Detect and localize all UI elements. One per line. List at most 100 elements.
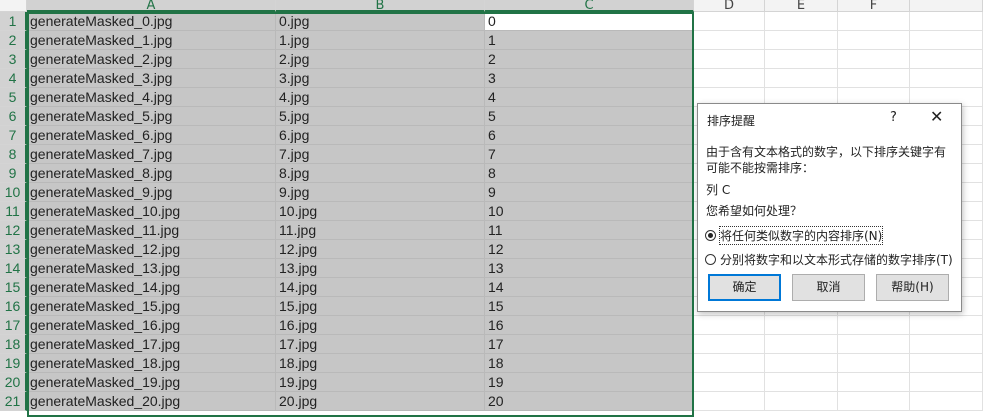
cell-a[interactable]: generateMasked_10.jpg [27, 202, 276, 221]
option-sort-separately[interactable]: 分别将数字和以文本形式存储的数字排序(T) [705, 251, 953, 268]
radio-unselected-icon[interactable] [705, 254, 716, 265]
cell-a[interactable]: generateMasked_6.jpg [27, 126, 276, 145]
cell-c[interactable]: 20 [485, 392, 694, 411]
row-header[interactable]: 9 [0, 164, 27, 183]
row-header[interactable]: 13 [0, 240, 27, 259]
cell-a[interactable]: generateMasked_7.jpg [27, 145, 276, 164]
cell-c[interactable]: 7 [485, 145, 694, 164]
cell-b[interactable]: 8.jpg [276, 164, 485, 183]
cell-b[interactable]: 1.jpg [276, 31, 485, 50]
empty-cell[interactable] [694, 31, 765, 50]
cell-a[interactable]: generateMasked_18.jpg [27, 354, 276, 373]
empty-cell[interactable] [765, 50, 838, 69]
cell-c[interactable]: 3 [485, 69, 694, 88]
empty-cell[interactable] [694, 392, 765, 411]
row-header[interactable]: 11 [0, 202, 27, 221]
empty-cell[interactable] [838, 69, 910, 88]
row-header[interactable]: 17 [0, 316, 27, 335]
row-header[interactable]: 10 [0, 183, 27, 202]
select-all-corner[interactable] [0, 0, 27, 12]
cell-b[interactable]: 13.jpg [276, 259, 485, 278]
cell-a[interactable]: generateMasked_15.jpg [27, 297, 276, 316]
cell-c[interactable]: 0 [485, 12, 694, 31]
cell-c[interactable]: 14 [485, 278, 694, 297]
empty-cell[interactable] [910, 392, 983, 411]
column-header-d[interactable]: D [694, 0, 765, 12]
cell-c[interactable]: 18 [485, 354, 694, 373]
empty-cell[interactable] [765, 12, 838, 31]
cell-c[interactable]: 8 [485, 164, 694, 183]
row-header[interactable]: 20 [0, 373, 27, 392]
cell-b[interactable]: 16.jpg [276, 316, 485, 335]
cancel-button[interactable]: 取消 [792, 274, 865, 301]
empty-cell[interactable] [838, 316, 910, 335]
column-header-a[interactable]: A [27, 0, 276, 12]
cell-c[interactable]: 15 [485, 297, 694, 316]
cell-c[interactable]: 13 [485, 259, 694, 278]
ok-button[interactable]: 确定 [708, 274, 781, 301]
row-header[interactable]: 14 [0, 259, 27, 278]
cell-b[interactable]: 9.jpg [276, 183, 485, 202]
cell-c[interactable]: 9 [485, 183, 694, 202]
row-header[interactable]: 21 [0, 392, 27, 411]
empty-cell[interactable] [910, 69, 983, 88]
cell-a[interactable]: generateMasked_14.jpg [27, 278, 276, 297]
empty-cell[interactable] [694, 373, 765, 392]
cell-b[interactable]: 5.jpg [276, 107, 485, 126]
empty-cell[interactable] [694, 354, 765, 373]
cell-b[interactable]: 11.jpg [276, 221, 485, 240]
cell-b[interactable]: 19.jpg [276, 373, 485, 392]
help-icon[interactable]: ? [890, 110, 897, 125]
empty-cell[interactable] [765, 31, 838, 50]
row-header[interactable]: 7 [0, 126, 27, 145]
cell-b[interactable]: 15.jpg [276, 297, 485, 316]
row-header[interactable]: 19 [0, 354, 27, 373]
row-header[interactable]: 5 [0, 88, 27, 107]
empty-cell[interactable] [838, 50, 910, 69]
cell-a[interactable]: generateMasked_20.jpg [27, 392, 276, 411]
cell-b[interactable]: 7.jpg [276, 145, 485, 164]
option-sort-as-numbers[interactable]: 将任何类似数字的内容排序(N) [705, 226, 884, 245]
cell-c[interactable]: 2 [485, 50, 694, 69]
help-button[interactable]: 帮助(H) [876, 274, 949, 301]
empty-cell[interactable] [765, 335, 838, 354]
cell-c[interactable]: 19 [485, 373, 694, 392]
empty-cell[interactable] [765, 373, 838, 392]
empty-cell[interactable] [838, 31, 910, 50]
cell-a[interactable]: generateMasked_0.jpg [27, 12, 276, 31]
cell-b[interactable]: 17.jpg [276, 335, 485, 354]
cell-a[interactable]: generateMasked_19.jpg [27, 373, 276, 392]
cell-a[interactable]: generateMasked_5.jpg [27, 107, 276, 126]
close-icon[interactable]: ✕ [930, 107, 943, 126]
cell-b[interactable]: 0.jpg [276, 12, 485, 31]
empty-cell[interactable] [838, 335, 910, 354]
cell-c[interactable]: 1 [485, 31, 694, 50]
row-header[interactable]: 4 [0, 69, 27, 88]
cell-a[interactable]: generateMasked_12.jpg [27, 240, 276, 259]
empty-cell[interactable] [694, 50, 765, 69]
column-header-b[interactable]: B [276, 0, 485, 12]
cell-a[interactable]: generateMasked_4.jpg [27, 88, 276, 107]
row-header[interactable]: 12 [0, 221, 27, 240]
empty-cell[interactable] [910, 354, 983, 373]
cell-b[interactable]: 10.jpg [276, 202, 485, 221]
empty-cell[interactable] [838, 373, 910, 392]
cell-a[interactable]: generateMasked_3.jpg [27, 69, 276, 88]
row-header[interactable]: 1 [0, 12, 27, 31]
radio-selected-icon[interactable] [705, 230, 716, 241]
cell-b[interactable]: 2.jpg [276, 50, 485, 69]
cell-c[interactable]: 6 [485, 126, 694, 145]
cell-c[interactable]: 5 [485, 107, 694, 126]
column-header-c[interactable]: C [485, 0, 694, 12]
cell-a[interactable]: generateMasked_1.jpg [27, 31, 276, 50]
empty-cell[interactable] [765, 354, 838, 373]
row-header[interactable]: 3 [0, 50, 27, 69]
empty-cell[interactable] [910, 373, 983, 392]
row-header[interactable]: 8 [0, 145, 27, 164]
empty-cell[interactable] [765, 69, 838, 88]
cell-c[interactable]: 17 [485, 335, 694, 354]
cell-a[interactable]: generateMasked_2.jpg [27, 50, 276, 69]
column-header-e[interactable]: E [765, 0, 838, 12]
row-header[interactable]: 2 [0, 31, 27, 50]
empty-cell[interactable] [910, 31, 983, 50]
